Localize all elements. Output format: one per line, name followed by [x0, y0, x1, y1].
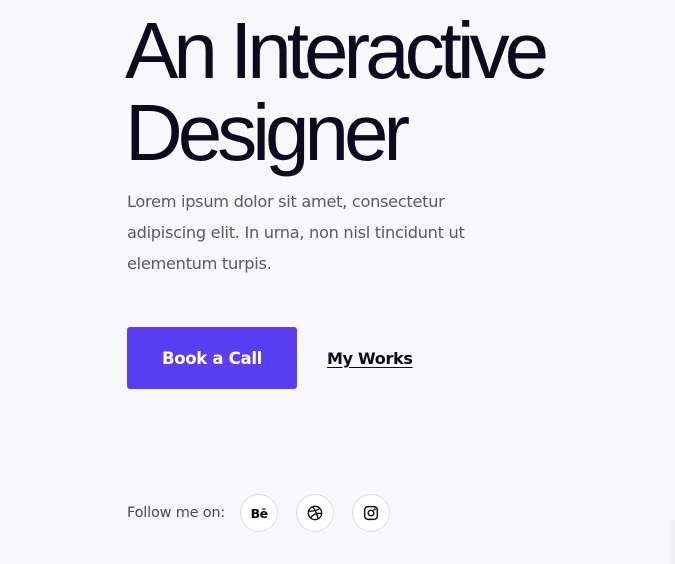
my-works-link[interactable]: My Works: [327, 349, 413, 368]
hero-description: Lorem ipsum dolor sit amet, consectetur …: [127, 192, 465, 273]
follow-label: Follow me on:: [127, 505, 226, 521]
cta-row: Book a Call My Works: [127, 327, 413, 389]
hero-section: An Interactive Designer Lorem ipsum dolo…: [0, 0, 675, 564]
behance-icon: Bē: [250, 505, 269, 521]
edge-shadow: [670, 520, 675, 564]
dribbble-icon: [307, 505, 323, 521]
social-links: Follow me on: Bē: [127, 493, 408, 533]
behance-link[interactable]: Bē: [240, 494, 279, 532]
instagram-link[interactable]: [352, 494, 391, 532]
dribbble-link[interactable]: [296, 494, 335, 532]
hero-title: An Interactive Designer: [125, 6, 549, 177]
book-a-call-button[interactable]: Book a Call: [127, 327, 297, 389]
hero-title-line-2: Designer: [125, 88, 410, 177]
hero-title-line-1: An Interactive: [125, 6, 549, 95]
instagram-icon: [364, 505, 379, 521]
